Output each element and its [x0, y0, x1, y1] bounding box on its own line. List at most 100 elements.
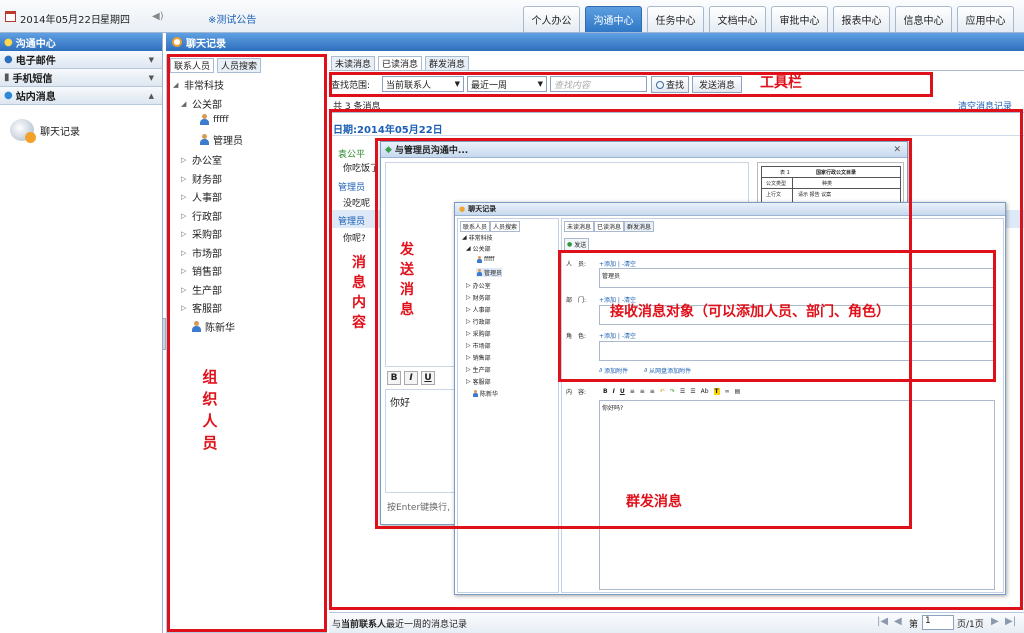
bulk-tree-label: 公关部: [472, 246, 491, 253]
link-icon[interactable]: ∞: [725, 388, 730, 395]
nav-tab-apps[interactable]: 应用中心: [957, 6, 1014, 32]
user-icon: [476, 256, 482, 263]
tree-dept[interactable]: ▷ 办公室: [181, 152, 222, 168]
bulk-tree-dept[interactable]: ▷ 人事部: [466, 305, 491, 314]
tree-dept[interactable]: ▷ 行政部: [181, 208, 222, 224]
attach-link[interactable]: ∂ 添加附件: [599, 366, 628, 375]
bulk-msg-tab[interactable]: 已读消息: [594, 221, 625, 232]
align-icon[interactable]: ≡: [630, 388, 635, 395]
nav-tab-communication[interactable]: 沟通中心: [585, 6, 642, 32]
nav-tab-reports[interactable]: 报表中心: [833, 6, 890, 32]
prev-page-icon[interactable]: ◀: [894, 616, 902, 627]
tab-read[interactable]: 已读消息: [378, 56, 423, 71]
bulk-tree-user[interactable]: fffff: [476, 256, 494, 263]
tree-dept[interactable]: ▷ 人事部: [181, 189, 222, 205]
italic-button[interactable]: I: [613, 388, 615, 395]
undo-icon[interactable]: ↶: [660, 388, 665, 395]
tree-dept[interactable]: ▷ 财务部: [181, 171, 222, 187]
message-count: 共 3 条消息: [333, 102, 381, 112]
footer-text-post: 最近一周的消息记录: [386, 620, 468, 630]
tree-dept-pr[interactable]: ◢ 公关部: [181, 96, 222, 112]
chat-log-item[interactable]: 聊天记录: [10, 119, 80, 143]
person-add-clear[interactable]: +添加 | -清空: [599, 259, 636, 268]
clear-history-link[interactable]: 清空消息记录: [958, 99, 1012, 112]
send-message-button[interactable]: 发送消息: [692, 76, 742, 93]
tree-user-label: 管理员: [213, 136, 243, 147]
section-email[interactable]: ● 电子邮件 ▼: [0, 51, 162, 69]
section-messages[interactable]: ● 站内消息 ▲: [0, 87, 162, 105]
nav-tab-documents[interactable]: 文档中心: [709, 6, 766, 32]
bulk-tree-dept[interactable]: ▷ 财务部: [466, 293, 491, 302]
bulk-tree-root[interactable]: ◢ 非常科技: [462, 233, 493, 242]
bulk-tree-dept[interactable]: ▷ 采购部: [466, 329, 491, 338]
section-sms[interactable]: ▮ 手机短信 ▼: [0, 69, 162, 87]
bulk-tree-user[interactable]: 陈新华: [472, 389, 498, 398]
bulk-tree-dept[interactable]: ▷ 办公室: [466, 281, 491, 290]
nav-tab-personal[interactable]: 个人办公: [523, 6, 580, 32]
tree-dept[interactable]: ▷ 采购部: [181, 226, 222, 242]
notice-link[interactable]: ※测试公告: [208, 11, 256, 26]
tree-dept[interactable]: ▷ 销售部: [181, 263, 222, 279]
search-input[interactable]: 查找内容: [550, 76, 647, 92]
tree-dept[interactable]: ▷ 客服部: [181, 300, 222, 316]
tab-contacts[interactable]: 联系人员: [170, 58, 215, 73]
print-icon[interactable]: ▤: [735, 388, 741, 395]
bulk-tree-dept[interactable]: ▷ 客服部: [466, 377, 491, 386]
underline-button[interactable]: U: [421, 371, 435, 385]
bold-button[interactable]: B: [603, 388, 608, 395]
bulk-msg-tab[interactable]: 群发消息: [624, 221, 655, 232]
search-button[interactable]: 查找: [651, 76, 689, 93]
bulk-tree-dept[interactable]: ▷ 销售部: [466, 353, 491, 362]
role-add-clear[interactable]: +添加 | -清空: [599, 331, 636, 340]
bulk-tree-dept[interactable]: ▷ 市场部: [466, 341, 491, 350]
bulk-tree-user[interactable]: 管理员: [476, 268, 503, 277]
first-page-icon[interactable]: |◀: [877, 616, 888, 627]
nav-tab-approval[interactable]: 审批中心: [771, 6, 828, 32]
attach-disk-label: 从网盘添加附件: [649, 368, 692, 375]
splitter-handle[interactable]: [162, 318, 166, 350]
tab-people-search[interactable]: 人员搜索: [217, 58, 262, 73]
abc-button[interactable]: Ab: [701, 388, 709, 395]
left-panel-title: 沟通中心: [15, 38, 56, 50]
bulk-tree-tab[interactable]: 人员搜索: [490, 221, 521, 232]
tab-bulk[interactable]: 群发消息: [425, 56, 470, 71]
tree-root[interactable]: ◢ 非常科技: [173, 77, 224, 93]
bulk-tree-tab[interactable]: 联系人员: [460, 221, 491, 232]
italic-button[interactable]: I: [404, 371, 418, 385]
nav-tab-tasks[interactable]: 任务中心: [647, 6, 704, 32]
bulk-tree-dept[interactable]: ▷ 行政部: [466, 317, 491, 326]
tab-unread[interactable]: 未读消息: [331, 56, 376, 71]
bulk-message-dialog: ● 聊天记录 联系人员 人员搜索 ◢ 非常科技 ◢ 公关部 fffff 管理员 …: [454, 202, 1006, 595]
person-field[interactable]: 管理员: [599, 268, 995, 288]
underline-button[interactable]: U: [620, 388, 625, 395]
tree-user-admin[interactable]: 管理员: [199, 132, 243, 147]
tree-dept[interactable]: ▷ 市场部: [181, 245, 222, 261]
tree-user-fffff[interactable]: fffff: [199, 114, 229, 125]
bulk-tree-dept[interactable]: ▷ 生产部: [466, 365, 491, 374]
scope-select[interactable]: 当前联系人 ▼: [382, 76, 464, 92]
nav-tab-info[interactable]: 信息中心: [895, 6, 952, 32]
align-icon[interactable]: ≡: [650, 388, 655, 395]
next-page-icon[interactable]: ▶: [991, 616, 999, 627]
redo-icon[interactable]: ↷: [670, 388, 675, 395]
align-icon[interactable]: ≡: [640, 388, 645, 395]
period-select[interactable]: 最近一周 ▼: [467, 76, 547, 92]
bulk-tree-dept[interactable]: ◢ 公关部: [466, 244, 491, 253]
doc-thumb-cell: 上行文: [766, 192, 782, 198]
editor-toolbar: B I U ≡ ≡ ≡ ↶ ↷ ☰ ☰ Ab T ∞ ▤: [599, 385, 995, 397]
text-color-button[interactable]: T: [713, 387, 720, 395]
bulk-tree-label: 行政部: [472, 319, 491, 326]
close-icon[interactable]: ✕: [893, 145, 901, 155]
tree-dept-pr-label: 公关部: [192, 100, 222, 111]
bulk-msg-tab[interactable]: 未读消息: [564, 221, 595, 232]
page-input[interactable]: 1: [922, 615, 954, 630]
bold-button[interactable]: B: [387, 371, 401, 385]
list-icon[interactable]: ☰: [690, 388, 695, 395]
role-field[interactable]: [599, 341, 995, 361]
tree-dept[interactable]: ▷ 生产部: [181, 282, 222, 298]
list-icon[interactable]: ☰: [680, 388, 685, 395]
attach-disk-link[interactable]: ∂ 从网盘添加附件: [644, 366, 691, 375]
bulk-send-button[interactable]: ● 发送: [564, 238, 590, 251]
tree-user-chen[interactable]: 陈新华: [191, 319, 235, 334]
last-page-icon[interactable]: ▶|: [1005, 616, 1016, 627]
